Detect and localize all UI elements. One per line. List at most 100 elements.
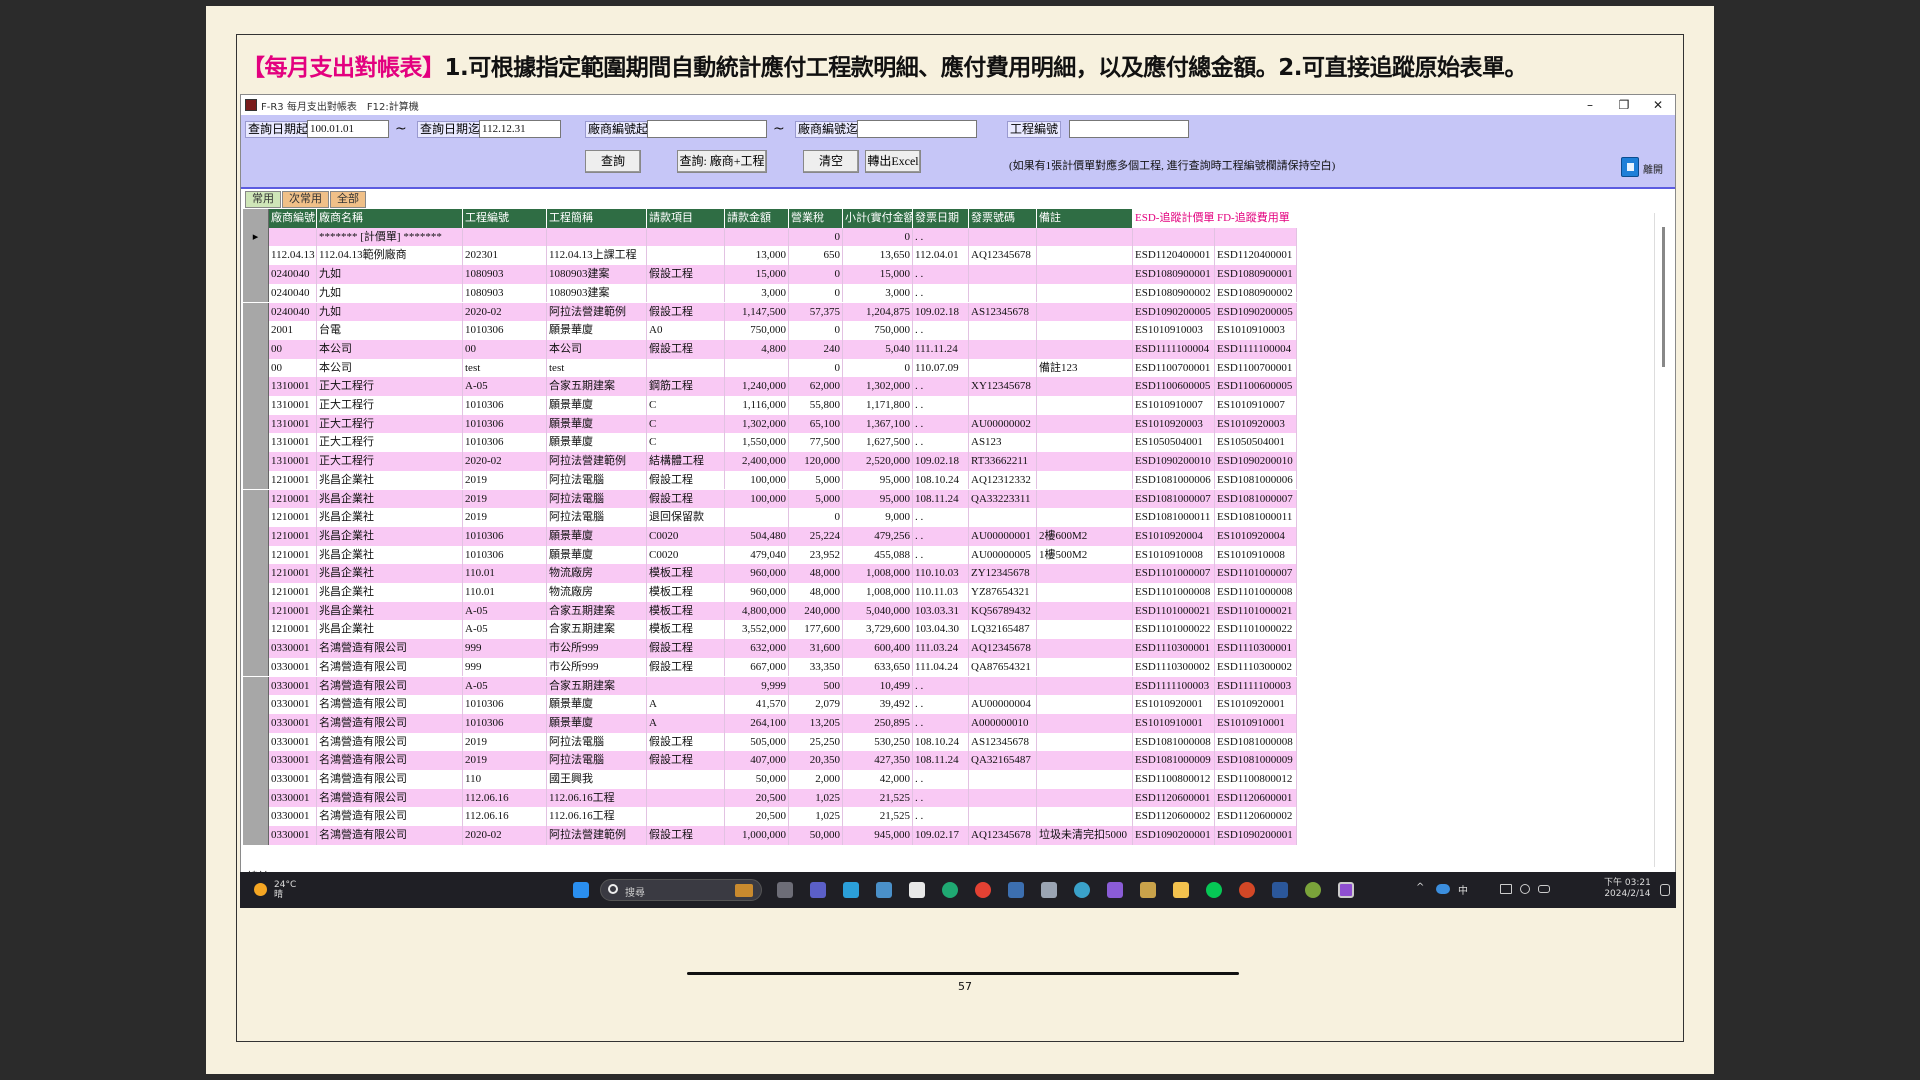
table-row[interactable]: 00 本公司 test test 0 0 110.07.09 備註123 ESD11007000… [243,358,1537,378]
project-input[interactable] [1069,120,1189,138]
column-header[interactable]: 廠商編號 [269,209,317,228]
table-row[interactable]: 112.04.13 112.04.13範例廠商 202301 112.04.13上課工… [243,246,1537,266]
task-view-icon[interactable] [777,882,793,898]
table-row[interactable]: 1210001 兆昌企業社 110.01 物流廠房 模板工程 960,000 48,000 1… [243,583,1537,602]
row-selector[interactable] [243,321,269,340]
table-row[interactable]: 1210001 兆昌企業社 2019 阿拉法電腦 退回保留款 0 9,000. . ESD10… [243,508,1537,527]
row-selector[interactable] [243,526,269,546]
table-row[interactable]: 1210001 兆昌企業社 A-05 合家五期建案 模板工程 4,800,000 240,0… [243,601,1537,621]
row-selector[interactable] [243,489,269,509]
table-row[interactable]: 1310001 正大工程行 1010306 願景華廈 C 1,302,000 65,100 1… [243,414,1537,434]
table-row[interactable]: 1310001 正大工程行 1010306 願景華廈 C 1,550,000 77,500 1… [243,433,1537,453]
row-selector[interactable] [243,583,269,602]
tab-secondary[interactable]: 次常用 [282,191,329,208]
table-row[interactable]: 1210001 兆昌企業社 110.01 物流廠房 模板工程 960,000 48,000 1… [243,564,1537,583]
table-row[interactable]: ▸ ******* [計價單] ******* 0 0. . [243,227,1537,247]
row-selector[interactable] [243,470,269,490]
row-selector[interactable] [243,396,269,415]
teams-icon[interactable] [810,882,826,898]
taskbar-search[interactable]: 搜尋 [600,879,762,901]
row-selector[interactable]: ▸ [243,227,269,247]
column-header[interactable]: ESD-追蹤計價單 [1133,209,1215,228]
notepad-icon[interactable] [843,882,859,898]
table-row[interactable]: 0330001 名鴻營造有限公司 A-05 合家五期建案 9,999 500 10,499.… [243,676,1537,696]
table-row[interactable]: 00 本公司 00 本公司 假設工程 4,800 240 5,040 111.11.24 ESD1… [243,339,1537,359]
edge-icon[interactable] [942,882,958,898]
table-row[interactable]: 0330001 名鴻營造有限公司 110 國王興我 50,000 2,000 42,000.… [243,770,1537,789]
table-row[interactable]: 0330001 名鴻營造有限公司 1010306 願景華廈 A 41,570 2,079 39… [243,695,1537,714]
close-button[interactable]: ✕ [1641,98,1675,112]
table-row[interactable]: 2001 台電 1010306 願景華廈 A0 750,000 0 750,000. . ES1… [243,321,1537,340]
row-selector[interactable] [243,545,269,565]
row-selector[interactable] [243,246,269,266]
table-row[interactable]: 0330001 名鴻營造有限公司 2020-02 阿拉法營建範例 假設工程 1,000,0… [243,826,1537,845]
row-selector[interactable] [243,826,269,845]
row-selector[interactable] [243,265,269,284]
store-icon[interactable] [909,882,925,898]
row-selector[interactable] [243,657,269,677]
export-excel-button[interactable]: 轉出Excel [865,150,921,173]
battery-icon[interactable] [1538,885,1550,893]
row-selector[interactable] [243,639,269,658]
vendor-to-input[interactable] [857,120,977,138]
table-row[interactable]: 0240040 九如 1080903 1080903建案 3,000 0 3,000. .E… [243,283,1537,303]
column-header[interactable]: 工程簡稱 [547,209,647,228]
row-selector[interactable] [243,620,269,640]
photos-icon[interactable] [876,882,892,898]
restore-button[interactable]: ❐ [1607,98,1641,112]
browser-icon[interactable] [1074,882,1090,898]
table-row[interactable]: 0330001 名鴻營造有限公司 999 市公所999 假設工程 667,000 33,35… [243,657,1537,677]
row-selector[interactable] [243,433,269,453]
query-button[interactable]: 查詢 [585,150,641,173]
table-row[interactable]: 0240040 九如 2020-02 阿拉法營建範例 假設工程 1,147,500 57,3… [243,302,1537,322]
table-row[interactable]: 0330001 名鴻營造有限公司 2019 阿拉法電腦 假設工程 407,000 20,35… [243,751,1537,770]
system-clock[interactable]: 下午 03:21 2024/2/14 [1604,878,1651,900]
row-selector[interactable] [243,302,269,322]
row-selector[interactable] [243,339,269,359]
table-row[interactable]: 0330001 名鴻營造有限公司 112.06.16 112.06.16工程 20,50… [243,788,1537,808]
column-header[interactable]: 營業稅 [789,209,843,228]
table-row[interactable]: 0330001 名鴻營造有限公司 1010306 願景華廈 A 264,100 13,205… [243,713,1537,733]
table-row[interactable]: 0330001 名鴻營造有限公司 112.06.16 112.06.16工程 20,50… [243,807,1537,827]
row-selector[interactable] [243,713,269,733]
row-selector[interactable] [243,751,269,770]
scrollbar-thumb[interactable] [1662,227,1665,367]
column-header[interactable]: 發票號碼 [969,209,1037,228]
vendor-from-input[interactable] [647,120,767,138]
active-app-icon[interactable] [1338,882,1354,898]
file-explorer-icon[interactable] [1173,882,1189,898]
minimize-button[interactable]: – [1573,98,1607,112]
column-header[interactable]: FD-追蹤費用單 [1215,209,1297,228]
date-to-input[interactable]: 112.12.31 [479,120,561,138]
tools-icon[interactable] [1140,882,1156,898]
app-icon-2[interactable] [1305,882,1321,898]
row-selector[interactable] [243,807,269,827]
table-row[interactable]: 1210001 兆昌企業社 A-05 合家五期建案 模板工程 3,552,000 177,6… [243,620,1537,640]
volume-icon[interactable] [1520,884,1530,894]
word-icon[interactable] [1272,882,1288,898]
table-row[interactable]: 0240040 九如 1080903 1080903建案 假設工程 15,000 0 15,0… [243,265,1537,284]
clear-button[interactable]: 清空 [803,150,859,173]
table-row[interactable]: 1310001 正大工程行 1010306 願景華廈 C 1,116,000 55,800 1… [243,396,1537,415]
table-row[interactable]: 0330001 名鴻營造有限公司 999 市公所999 假設工程 632,000 31,60… [243,639,1537,658]
row-selector[interactable] [243,377,269,396]
row-selector[interactable] [243,601,269,621]
row-selector[interactable] [243,508,269,527]
chrome-icon[interactable] [975,882,991,898]
row-selector[interactable] [243,414,269,434]
onedrive-icon[interactable] [1436,884,1450,894]
notification-icon[interactable] [1660,884,1670,896]
tab-all[interactable]: 全部 [330,191,366,208]
row-selector-header[interactable] [243,209,269,228]
table-row[interactable]: 1210001 兆昌企業社 1010306 願景華廈 C0020 479,040 23,95… [243,545,1537,565]
visual-studio-icon[interactable] [1107,882,1123,898]
windows-start-icon[interactable] [573,882,589,898]
row-selector[interactable] [243,283,269,303]
row-selector[interactable] [243,564,269,583]
column-header[interactable]: 工程編號 [463,209,547,228]
vertical-scrollbar[interactable] [1654,213,1672,867]
row-selector[interactable] [243,676,269,696]
date-from-input[interactable]: 100.01.01 [307,120,389,138]
row-selector[interactable] [243,452,269,471]
table-row[interactable]: 1210001 兆昌企業社 2019 阿拉法電腦 假設工程 100,000 5,000 95,… [243,470,1537,490]
